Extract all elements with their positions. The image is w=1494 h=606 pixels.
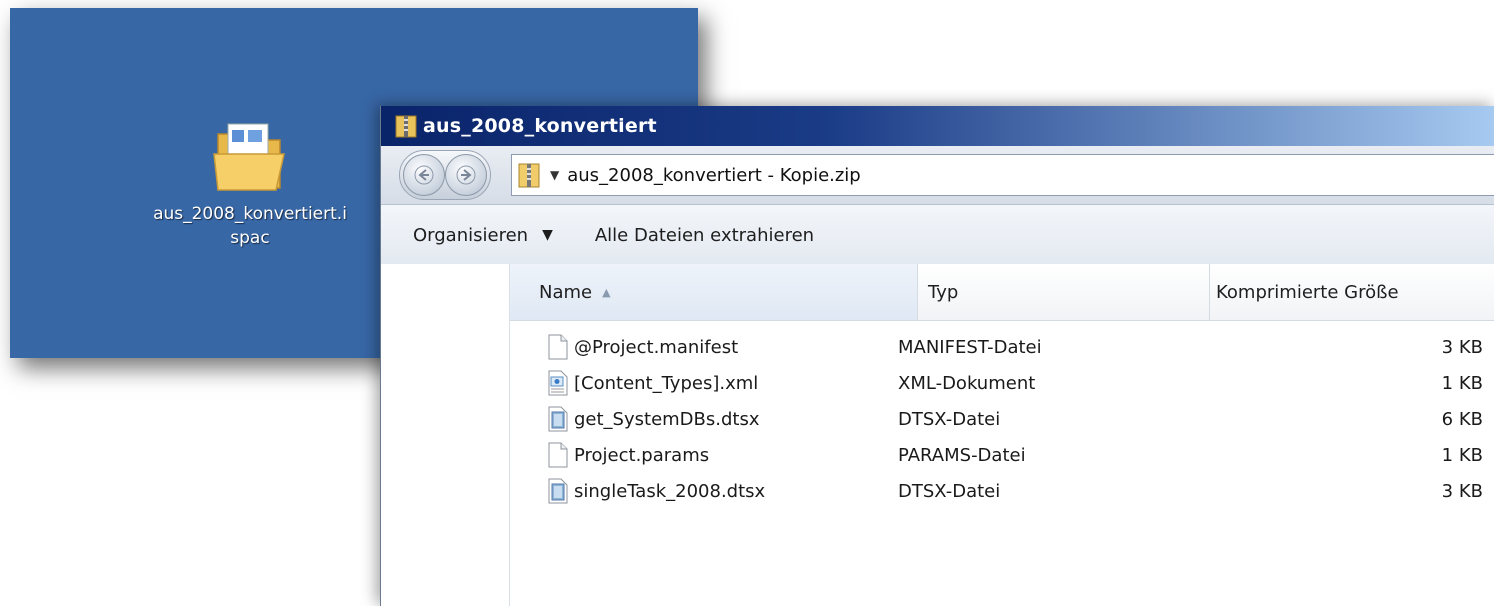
file-list: Name ▲ Typ Komprimierte Größe @Project.m… xyxy=(510,264,1494,606)
address-bar[interactable]: ▼ aus_2008_konvertiert - Kopie.zip xyxy=(511,154,1494,196)
forward-arrow-icon xyxy=(456,165,476,185)
address-path[interactable]: aus_2008_konvertiert - Kopie.zip xyxy=(567,165,861,186)
column-header-name[interactable]: Name ▲ xyxy=(510,264,918,320)
column-header-type[interactable]: Typ xyxy=(918,264,1210,320)
navigation-pane[interactable] xyxy=(381,264,510,606)
blank-file-icon xyxy=(548,442,568,468)
table-row[interactable]: singleTask_2008.dtsx DTSX-Datei 3 KB xyxy=(510,473,1494,509)
content-area: Name ▲ Typ Komprimierte Größe @Project.m… xyxy=(381,264,1494,606)
explorer-window: aus_2008_konvertiert ▼ aus_2008_konverti… xyxy=(380,106,1494,606)
file-type: DTSX-Datei xyxy=(898,408,1001,430)
table-row[interactable]: Project.params PARAMS-Datei 1 KB xyxy=(510,437,1494,473)
file-name: @Project.manifest xyxy=(574,336,739,358)
xml-file-icon xyxy=(548,370,568,396)
file-size: 3 KB xyxy=(1441,336,1483,358)
forward-button[interactable] xyxy=(445,154,487,196)
chevron-down-icon: ▼ xyxy=(542,227,553,243)
file-size: 6 KB xyxy=(1441,408,1483,430)
extract-all-label: Alle Dateien extrahieren xyxy=(594,224,815,246)
file-name: Project.params xyxy=(574,444,710,466)
sort-ascending-icon: ▲ xyxy=(602,285,611,299)
file-type: XML-Dokument xyxy=(898,372,1036,394)
navigation-bar: ▼ aus_2008_konvertiert - Kopie.zip xyxy=(381,146,1494,205)
column-name-label: Name xyxy=(539,281,593,303)
nav-buttons xyxy=(399,150,491,200)
desktop-file-ispac[interactable]: aus_2008_konvertiert.i spac xyxy=(130,118,370,250)
title-bar[interactable]: aus_2008_konvertiert xyxy=(381,106,1494,146)
blank-file-icon xyxy=(548,334,568,360)
file-size: 3 KB xyxy=(1441,480,1483,502)
column-header-compressed-size[interactable]: Komprimierte Größe xyxy=(1210,264,1494,320)
file-name: [Content_Types].xml xyxy=(574,372,759,394)
file-size: 1 KB xyxy=(1441,444,1483,466)
desktop-icon-label-line1: aus_2008_konvertiert.i xyxy=(153,204,347,224)
file-size: 1 KB xyxy=(1441,372,1483,394)
file-rows: @Project.manifest MANIFEST-Datei 3 KB [C… xyxy=(510,321,1494,509)
file-name: singleTask_2008.dtsx xyxy=(574,480,766,502)
column-header-row: Name ▲ Typ Komprimierte Größe xyxy=(510,264,1494,321)
organize-menu[interactable]: Organisieren ▼ xyxy=(413,225,553,246)
file-name: get_SystemDBs.dtsx xyxy=(574,408,760,430)
column-type-label: Typ xyxy=(928,281,959,303)
dtsx-file-icon xyxy=(548,406,568,432)
back-button[interactable] xyxy=(403,154,445,196)
column-size-label: Komprimierte Größe xyxy=(1216,281,1399,303)
file-type: DTSX-Datei xyxy=(898,480,1001,502)
table-row[interactable]: get_SystemDBs.dtsx DTSX-Datei 6 KB xyxy=(510,401,1494,437)
breadcrumb-caret-icon[interactable]: ▼ xyxy=(550,168,559,182)
organize-label: Organisieren xyxy=(413,224,529,246)
table-row[interactable]: [Content_Types].xml XML-Dokument 1 KB xyxy=(510,365,1494,401)
table-row[interactable]: @Project.manifest MANIFEST-Datei 3 KB xyxy=(510,329,1494,365)
file-type: PARAMS-Datei xyxy=(898,444,1026,466)
folder-icon xyxy=(210,118,290,194)
zip-folder-icon xyxy=(518,161,540,189)
window-title: aus_2008_konvertiert xyxy=(423,115,657,137)
desktop-icon-label-line2: spac xyxy=(230,228,270,248)
file-type: MANIFEST-Datei xyxy=(898,336,1042,358)
zip-folder-icon xyxy=(395,113,417,139)
dtsx-file-icon xyxy=(548,478,568,504)
back-arrow-icon xyxy=(414,165,434,185)
command-bar: Organisieren ▼ Alle Dateien extrahieren xyxy=(381,205,1494,266)
extract-all-button[interactable]: Alle Dateien extrahieren xyxy=(595,225,814,246)
